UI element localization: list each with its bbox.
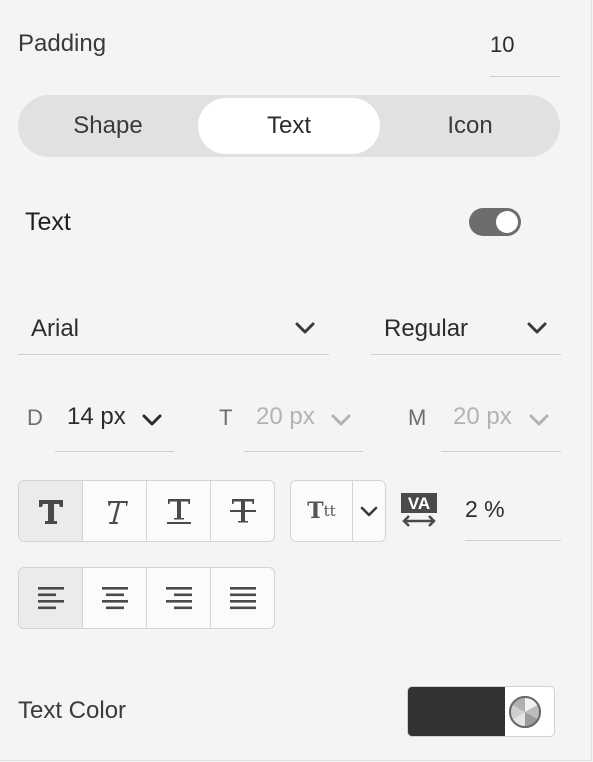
mobile-size-dropdown[interactable]: 20 px [441, 393, 561, 452]
align-left-icon [37, 587, 64, 610]
text-align-buttons [18, 567, 275, 629]
tablet-size-value: 20 px [256, 403, 315, 430]
toggle-knob [496, 211, 518, 233]
chevron-down-icon [360, 506, 378, 517]
svg-text:VA: VA [408, 494, 430, 513]
underline-button[interactable] [147, 481, 211, 541]
tab-text[interactable]: Text [198, 98, 380, 154]
text-properties-panel: Padding 10 Shape Text Icon Text Arial Re… [0, 0, 592, 761]
underline-icon [166, 499, 191, 524]
align-right-icon [165, 587, 192, 610]
tab-shape[interactable]: Shape [18, 98, 198, 154]
text-case-small-letters: tt [323, 502, 336, 520]
tracking-icon: VA [401, 493, 437, 527]
padding-input[interactable]: 10 [490, 26, 560, 77]
font-weight-dropdown[interactable]: Regular [371, 304, 561, 355]
text-case-dropdown[interactable] [353, 481, 385, 541]
align-center-icon [101, 587, 128, 610]
text-toggle[interactable] [469, 208, 521, 236]
desktop-size-dropdown[interactable]: 14 px [55, 393, 174, 452]
text-color-picker[interactable] [407, 686, 555, 737]
tab-icon[interactable]: Icon [380, 98, 560, 154]
tablet-size-label: T [219, 405, 233, 430]
desktop-size-label: D [27, 405, 43, 430]
text-color-fill [408, 687, 505, 736]
align-justify-icon [229, 587, 256, 610]
tracking-input[interactable]: 2 % [465, 480, 561, 541]
strikethrough-button[interactable] [211, 481, 274, 541]
chevron-down-icon [142, 414, 162, 426]
chevron-down-icon [295, 322, 315, 334]
chevron-down-icon [527, 322, 547, 334]
font-weight-value: Regular [384, 315, 469, 342]
font-family-dropdown[interactable]: Arial [18, 304, 329, 355]
tablet-size-dropdown[interactable]: 20 px [244, 393, 363, 452]
align-right-button[interactable] [147, 568, 211, 628]
tracking-value: 2 % [465, 496, 505, 522]
element-type-tabs: Shape Text Icon [18, 95, 560, 157]
padding-label: Padding [18, 30, 107, 57]
text-case-big-letter: T [307, 498, 324, 524]
text-color-label: Text Color [18, 697, 127, 724]
bold-icon [38, 500, 63, 524]
padding-value: 10 [490, 32, 515, 57]
mobile-size-value: 20 px [453, 403, 512, 430]
text-style-buttons [18, 480, 275, 542]
chevron-down-icon [529, 414, 549, 426]
align-justify-button[interactable] [211, 568, 274, 628]
desktop-size-value: 14 px [67, 403, 126, 430]
align-center-button[interactable] [83, 568, 147, 628]
font-family-value: Arial [31, 315, 80, 342]
chevron-down-icon [331, 414, 351, 426]
italic-icon [107, 501, 128, 524]
mobile-size-label: M [408, 405, 427, 430]
bold-button[interactable] [19, 481, 83, 541]
text-toggle-label: Text [25, 208, 71, 236]
color-wheel-icon [509, 696, 541, 728]
text-case-control: Ttt [290, 480, 386, 542]
align-left-button[interactable] [19, 568, 83, 628]
strikethrough-icon [229, 499, 256, 523]
text-case-button[interactable]: Ttt [291, 481, 353, 541]
italic-button[interactable] [83, 481, 147, 541]
